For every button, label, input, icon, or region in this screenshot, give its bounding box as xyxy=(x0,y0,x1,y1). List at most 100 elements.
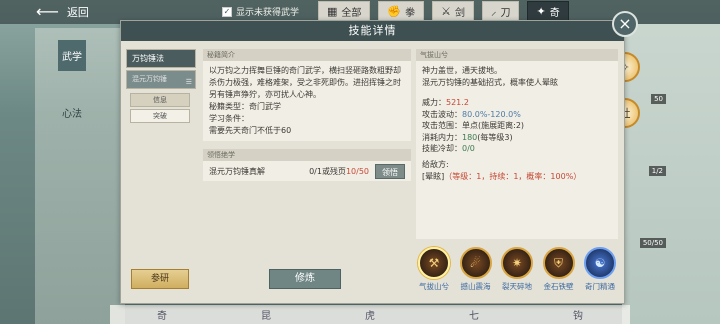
progress-fragments: 0/1或残页 xyxy=(309,166,346,176)
skill-nav-item[interactable]: 万钧锤法 xyxy=(126,49,196,68)
stat-power: 威力：521.2 xyxy=(422,97,612,109)
filter-sword[interactable]: ⚔ 剑 xyxy=(432,1,474,22)
effect-name: [晕眩] xyxy=(422,171,445,181)
skill-detail-dialog: 技能详情 × 万钧锤法 混元万钧锤 ☰ 信息 突破 参研 秘籍简介 以万钧之力挥… xyxy=(120,11,638,305)
stat-wave: 攻击波动：80.0%-120.0% xyxy=(422,109,612,121)
left-category-tabs: 武学 心法 xyxy=(58,40,86,154)
move-description: 神力盖世，通天拔地。 混元万钧锤的基础招式，概率使人晕眩 xyxy=(416,61,618,93)
move-detail-panel: 气拔山兮 神力盖世，通天拔地。 混元万钧锤的基础招式，概率使人晕眩 威力：521… xyxy=(416,49,618,239)
move-item[interactable]: ☯ 奇门精通 xyxy=(582,247,618,292)
requirement-label: 学习条件： xyxy=(209,114,249,123)
filter-fist[interactable]: ✊ 拳 xyxy=(378,1,425,22)
stat-label: 攻击波动： xyxy=(422,109,462,119)
effect-title: 给敌方: xyxy=(422,159,449,169)
stat-label: 威力： xyxy=(422,98,446,107)
debuff-effect: 给敌方: [晕眩]（等级：1，持续：1，概率：100%） xyxy=(416,155,618,187)
mastery-icon[interactable]: ☯ xyxy=(584,247,616,279)
weapon-filter-tabs: ▦ 全部 ✊ 拳 ⚔ 剑 ⸝ 刀 ✦ 奇 xyxy=(318,1,569,22)
practice-row: 混元万钧锤真解 0/1或残页10/50 领悟 xyxy=(203,161,411,181)
back-label: 返回 xyxy=(66,6,89,19)
move-item[interactable]: ⛨ 金石铁壁 xyxy=(541,247,577,292)
receive-button[interactable]: 领悟 xyxy=(375,163,405,179)
effect-detail: （等级：1，持续：1，概率：100%） xyxy=(444,171,582,181)
back-arrow-icon: ⟵ xyxy=(36,2,59,21)
filter-label: 剑 xyxy=(454,8,465,19)
stat-label: 技能冷却： xyxy=(422,144,462,153)
close-icon: × xyxy=(618,14,632,33)
type-row: 秘籍类型：奇门武学 xyxy=(209,101,405,113)
bottom-label: 七 xyxy=(469,311,479,322)
practice-name: 混元万钧锤真解 xyxy=(209,166,265,176)
skill-intro-panel: 秘籍简介 以万钧之力挥舞巨锤的奇门武学，横扫竖砸路数粗野却杀伤力极强，难格难架，… xyxy=(203,49,411,305)
filter-special[interactable]: ✦ 奇 xyxy=(527,1,569,22)
desc-line: 神力盖世，通天拔地。 xyxy=(422,66,502,75)
fist-icon: ✊ xyxy=(387,5,402,18)
bottom-label: 奇 xyxy=(157,311,167,322)
stat-extra: (每等级3) xyxy=(477,132,513,142)
tab-inner-arts[interactable]: 心法 xyxy=(58,105,86,120)
bottom-label: 虎 xyxy=(365,311,375,322)
show-unobtained-toggle[interactable]: ✓ 显示未获得武学 xyxy=(222,5,299,18)
move-item[interactable]: ✷ 裂天碎地 xyxy=(499,247,535,292)
dialog-title: 技能详情 xyxy=(121,21,624,41)
special-icon: ✦ xyxy=(536,5,546,18)
filter-label: 拳 xyxy=(405,8,416,19)
scroll-icon: ☰ xyxy=(185,78,192,86)
requirement-value: 需要先天奇门不低于60 xyxy=(209,126,292,135)
desc-line: 混元万钧锤的基础招式，概率使人晕眩 xyxy=(422,78,558,87)
section-header: 领悟绝学 xyxy=(203,149,411,161)
section-header: 秘籍简介 xyxy=(203,49,411,61)
effect-line: [晕眩]（等级：1，持续：1，概率：100%） xyxy=(422,171,612,183)
stat-value: 单点(施展距离:2) xyxy=(462,121,525,130)
move-item[interactable]: ⚒ 气拔山兮 xyxy=(416,247,452,292)
move-label: 金石铁壁 xyxy=(543,282,574,291)
stat-label: 消耗内力： xyxy=(422,132,462,142)
filter-blade[interactable]: ⸝ 刀 xyxy=(481,1,520,22)
info-subtabs: 信息 突破 xyxy=(130,93,190,123)
intro-text: 以万钧之力挥舞巨锤的奇门武学，横扫竖砸路数粗野却杀伤力极强，难格难架，受之非死即… xyxy=(209,66,401,99)
skill-nav: 万钧锤法 混元万钧锤 ☰ 信息 突破 xyxy=(126,49,196,125)
subtab-info[interactable]: 信息 xyxy=(130,93,190,107)
move-icon-list: ⚒ 气拔山兮 ☄ 撼山震海 ✷ 裂天碎地 ⛨ 金石铁壁 ☯ 奇门精通 xyxy=(416,247,618,292)
type-value: 奇门武学 xyxy=(249,102,281,111)
type-label: 秘籍类型： xyxy=(209,102,249,111)
blade-icon: ⸝ xyxy=(490,5,497,18)
all-icon: ▦ xyxy=(327,5,338,18)
skill-nav-subitem-label: 混元万钧锤 xyxy=(132,75,167,83)
stat-value: 180 xyxy=(462,132,478,142)
move-item[interactable]: ☄ 撼山震海 xyxy=(458,247,494,292)
back-button[interactable]: ⟵ 返回 xyxy=(36,2,89,22)
intro-block: 以万钧之力挥舞巨锤的奇门武学，横扫竖砸路数粗野却杀伤力极强，难格难架，受之非死即… xyxy=(203,61,411,141)
stat-cost: 消耗内力：180(每等级3) xyxy=(422,132,612,144)
skill-nav-subitem[interactable]: 混元万钧锤 ☰ xyxy=(126,70,196,89)
subtab-breakthrough[interactable]: 突破 xyxy=(130,109,190,123)
level-badge: 1/2 xyxy=(648,166,666,176)
stat-range: 攻击范围：单点(施展距离:2) xyxy=(422,120,612,132)
comment-button[interactable]: 参研 xyxy=(131,269,189,289)
hammer-swing-icon[interactable]: ⚒ xyxy=(418,247,450,279)
mountain-quake-icon[interactable]: ☄ xyxy=(459,247,492,279)
close-button[interactable]: × xyxy=(612,11,638,37)
tab-martial-arts[interactable]: 武学 xyxy=(58,40,86,71)
progress-pages: 10/50 xyxy=(345,166,369,176)
stat-label: 攻击范围： xyxy=(422,121,462,130)
stat-value: 521.2 xyxy=(446,98,469,107)
level-badge: 50/50 xyxy=(639,238,666,248)
move-label: 裂天碎地 xyxy=(502,282,532,291)
iron-wall-icon[interactable]: ⛨ xyxy=(542,247,575,279)
filter-all[interactable]: ▦ 全部 xyxy=(318,1,371,22)
move-name: 气拔山兮 xyxy=(416,49,618,61)
ground-shatter-icon[interactable]: ✷ xyxy=(501,247,533,279)
move-stats: 威力：521.2 攻击波动：80.0%-120.0% 攻击范围：单点(施展距离:… xyxy=(416,93,618,155)
checkbox-icon[interactable]: ✓ xyxy=(222,6,232,17)
show-unobtained-label: 显示未获得武学 xyxy=(236,8,300,18)
stat-value: 0/0 xyxy=(462,144,475,153)
sword-icon: ⚔ xyxy=(441,5,451,18)
move-label: 奇门精通 xyxy=(585,282,615,291)
train-button[interactable]: 修炼 xyxy=(269,269,341,289)
move-label: 撼山震海 xyxy=(460,282,491,291)
stat-value: 80.0%-120.0% xyxy=(462,109,521,119)
filter-label: 刀 xyxy=(500,8,511,19)
bottom-skill-strip: 奇 昆 虎 七 钩 xyxy=(110,305,630,324)
level-badge: 50 xyxy=(651,94,666,104)
